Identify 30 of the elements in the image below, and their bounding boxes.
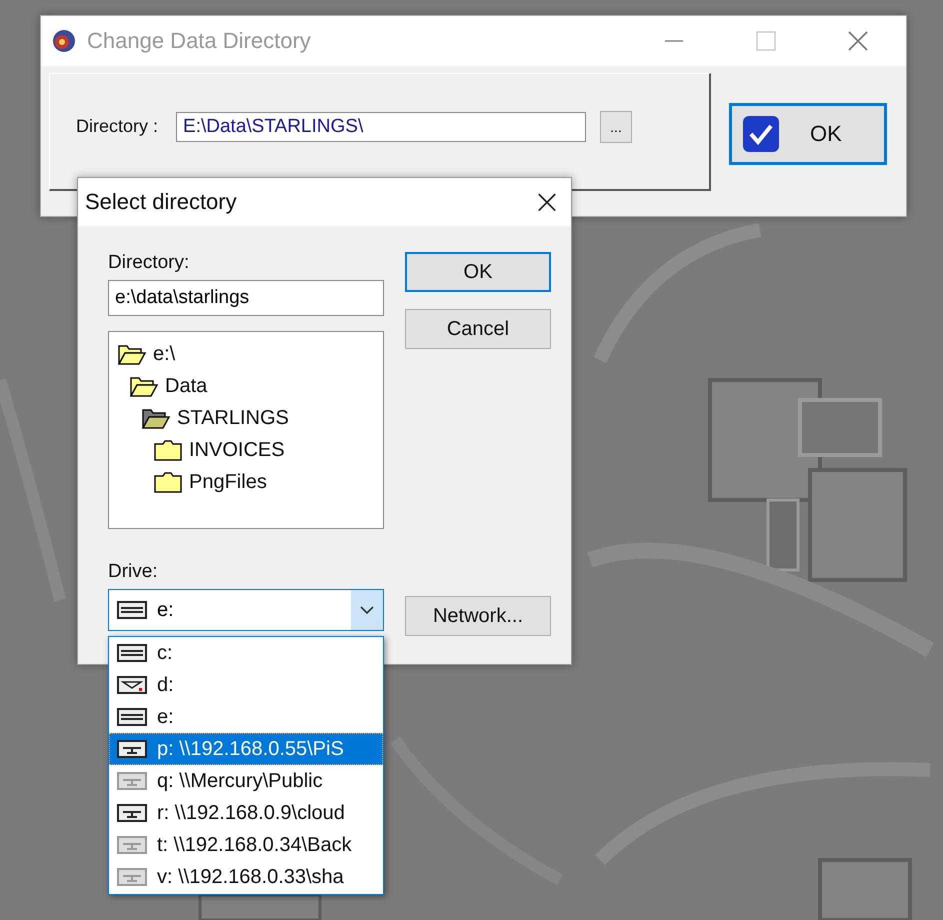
drive-option[interactable]: q: \\Mercury\Public [109,765,383,797]
drive-label: Drive: [108,561,159,583]
browse-button[interactable]: ... [600,110,632,142]
drive-option[interactable]: r: \\192.168.0.9\cloud [109,797,383,829]
folder-name[interactable]: Data [165,374,208,398]
drive-option[interactable]: c: [109,637,383,669]
directory-field[interactable]: e:\data\starlings [108,280,384,316]
drive-option[interactable]: d: [109,669,383,701]
window-title: Change Data Directory [87,28,312,54]
directory-label: Directory: [108,252,190,274]
folder-name[interactable]: INVOICES [189,438,285,462]
drive-option[interactable]: t: \\192.168.0.34\Back [109,829,383,861]
folder-name[interactable]: STARLINGS [177,406,289,430]
dialog-title: Select directory [85,189,237,215]
directory-field[interactable]: E:\Data\STARLINGS\ [176,112,586,142]
close-button[interactable]: × [523,178,571,226]
drive-option[interactable]: e: [109,701,383,733]
close-icon[interactable] [848,31,868,51]
folder-name[interactable]: PngFiles [189,470,267,494]
drive-option[interactable]: p: \\192.168.0.55\PiS [109,733,383,765]
drive-dropdown[interactable]: e: [108,589,384,631]
directory-label: Directory : [76,116,158,137]
checkmark-icon [742,115,780,153]
cancel-button[interactable]: Cancel [405,309,551,349]
ok-button[interactable]: OK [729,103,887,165]
ok-button[interactable]: OK [405,252,551,292]
network-button[interactable]: Network... [405,596,551,636]
drive-option[interactable]: v: \\192.168.0.33\sha [109,861,383,893]
folder-name[interactable]: e:\ [153,342,176,366]
app-icon [51,28,77,54]
